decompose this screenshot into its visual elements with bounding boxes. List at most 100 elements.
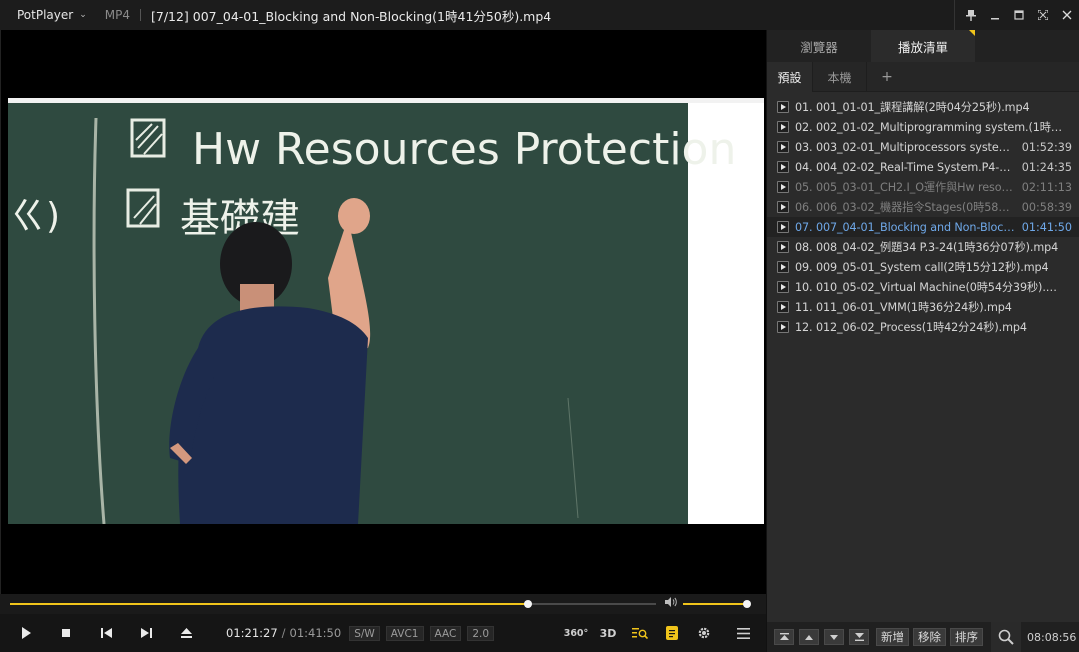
side-panel: 瀏覽器 播放清單 預設 本機 + 01. 001_01-01_課程講解(2時04… [766,30,1079,652]
playlist-item-name: 08. 008_04-02_例題34 P.3-24(1時36分07秒).mp4 [795,241,1059,254]
controls-divider [954,0,955,30]
playlist-item-name: 02. 002_01-02_Multiprogramming system.(1… [795,121,1066,134]
time-separator: / [281,626,286,640]
move-top-icon[interactable] [774,629,794,645]
stop-icon[interactable] [46,614,86,652]
playlist-item[interactable]: 12. 012_06-02_Process(1時42分24秒).mp4 [767,317,1079,337]
move-bottom-icon[interactable] [849,629,869,645]
control-bar: 01:21:27 / 01:41:50 S/W AVC1 AAC 2.0 360… [0,614,766,652]
chevron-down-icon: ⌄ [79,10,87,20]
video-file-icon [777,141,789,153]
playlist-item[interactable]: 08. 008_04-02_例題34 P.3-24(1時36分07秒).mp4 [767,237,1079,257]
playlist-item-name: 11. 011_06-01_VMM(1時36分24秒).mp4 [795,301,1012,314]
total-time[interactable]: 01:41:50 [290,626,342,640]
play-icon[interactable] [6,614,46,652]
search-icon[interactable] [991,622,1021,652]
volume-slider[interactable] [683,600,751,608]
decoder-badge[interactable]: S/W [349,625,380,641]
move-up-icon[interactable] [799,629,819,645]
playlist-item-duration: 01:24:35 [1021,160,1072,174]
panel-tabs: 瀏覽器 播放清單 [767,30,1079,62]
tab-playlist[interactable]: 播放清單 [871,30,975,62]
playlist-item[interactable]: 05. 005_03-01_CH2.I_O運作與Hw resourc... 02:… [767,177,1079,197]
video-file-icon [777,301,789,313]
subtitle-icon[interactable] [656,614,688,652]
add-button[interactable]: 新增 [876,628,909,646]
video-file-icon [777,101,789,113]
video-codec-badge[interactable]: AVC1 [385,625,424,641]
video-file-icon [777,121,789,133]
subtab-default[interactable]: 預設 [767,62,813,92]
menu-icon[interactable] [720,614,766,652]
volume-handle[interactable] [743,600,751,608]
playlist-item-name: 07. 007_04-01_Blocking and Non-Blocking.… [795,220,1016,234]
playlist-item-name: 05. 005_03-01_CH2.I_O運作與Hw resourc... [795,181,1016,194]
playlist-item-name: 04. 004_02-02_Real-Time System.P4-32(1..… [795,160,1016,174]
add-tab-button[interactable]: + [867,62,907,92]
video-file-icon [777,241,789,253]
video-file-icon [777,321,789,333]
playlist-item[interactable]: 06. 006_03-02_機器指令Stages(0時58分39... 00:58… [767,197,1079,217]
board-text-line1: Hw Resources Protection [192,124,736,175]
video-area[interactable]: Hw Resources Protection 基礎建 ㄍ) [0,30,766,594]
volume-level [683,603,747,605]
pin-icon[interactable] [959,0,983,30]
playlist-item-name: 09. 009_05-01_System call(2時15分12秒).mp4 [795,261,1049,274]
playlist: 01. 001_01-01_課程講解(2時04分25秒).mp4 02. 002_… [767,97,1079,337]
playlist-item-name: 01. 001_01-01_課程講解(2時04分25秒).mp4 [795,101,1030,114]
eject-icon[interactable] [166,614,206,652]
previous-icon[interactable] [86,614,126,652]
minimize-icon[interactable] [983,0,1007,30]
audio-codec-badge[interactable]: AAC [429,625,462,641]
playlist-item[interactable]: 04. 004_02-02_Real-Time System.P4-32(1..… [767,157,1079,177]
playlist-item-name: 06. 006_03-02_機器指令Stages(0時58分39... [795,201,1016,214]
vr-360-icon[interactable]: 360° [560,614,592,652]
format-label: MP4 [104,8,130,22]
3d-icon[interactable]: 3D [592,614,624,652]
audio-channels-badge[interactable]: 2.0 [467,625,495,641]
sort-button[interactable]: 排序 [950,628,983,646]
volume-icon[interactable] [665,597,677,610]
current-time: 01:21:27 [226,626,278,640]
window-title: [7/12] 007_04-01_Blocking and Non-Blocki… [150,8,552,24]
chalkboard-video-image: Hw Resources Protection 基礎建 ㄍ) [8,98,764,524]
playlist-item[interactable]: 01. 001_01-01_課程講解(2時04分25秒).mp4 [767,97,1079,117]
seek-handle[interactable] [524,600,533,608]
app-name: PotPlayer [17,8,74,22]
playlist-subtabs: 預設 本機 + [767,62,1079,92]
video-file-icon [777,261,789,273]
playlist-item-duration: 02:11:13 [1021,180,1072,194]
title-divider [139,9,141,21]
video-file-icon [777,201,789,213]
app-menu-button[interactable]: PotPlayer ⌄ [0,0,99,30]
playlist-item[interactable]: 11. 011_06-01_VMM(1時36分24秒).mp4 [767,297,1079,317]
close-icon[interactable] [1055,0,1079,30]
maximize-icon[interactable] [1007,0,1031,30]
video-file-icon [777,181,789,193]
move-down-icon[interactable] [824,629,844,645]
playlist-search-icon[interactable] [624,614,656,652]
seek-progress [10,603,529,605]
subtab-local[interactable]: 本機 [813,62,867,92]
fullscreen-icon[interactable] [1031,0,1055,30]
title-bar: PotPlayer ⌄ MP4 [7/12] 007_04-01_Blockin… [0,0,1079,30]
playlist-item-duration: 01:52:39 [1021,140,1072,154]
playlist-item[interactable]: 03. 003_02-01_Multiprocessors system.P2-… [767,137,1079,157]
next-icon[interactable] [126,614,166,652]
video-frame: Hw Resources Protection 基礎建 ㄍ) [8,98,764,524]
playlist-item[interactable]: 10. 010_05-02_Virtual Machine(0時54分39秒).… [767,277,1079,297]
playlist-item[interactable]: 09. 009_05-01_System call(2時15分12秒).mp4 [767,257,1079,277]
playlist-item[interactable]: 07. 007_04-01_Blocking and Non-Blocking.… [767,217,1079,237]
settings-gear-icon[interactable] [688,614,720,652]
seek-bar[interactable] [10,600,656,608]
video-file-icon [777,281,789,293]
right-controls: 360° 3D [560,614,766,652]
playlist-item-name: 10. 010_05-02_Virtual Machine(0時54分39秒).… [795,281,1066,294]
board-text-left: ㄍ) [10,196,60,237]
window-controls [954,0,1079,30]
playlist-toolbar: 新增 移除 排序 08:08:56 [767,622,1079,652]
playlist-item[interactable]: 02. 002_01-02_Multiprogramming system.(1… [767,117,1079,137]
playlist-item-duration: 00:58:39 [1021,200,1072,214]
tab-browser[interactable]: 瀏覽器 [767,30,871,62]
remove-button[interactable]: 移除 [913,628,946,646]
